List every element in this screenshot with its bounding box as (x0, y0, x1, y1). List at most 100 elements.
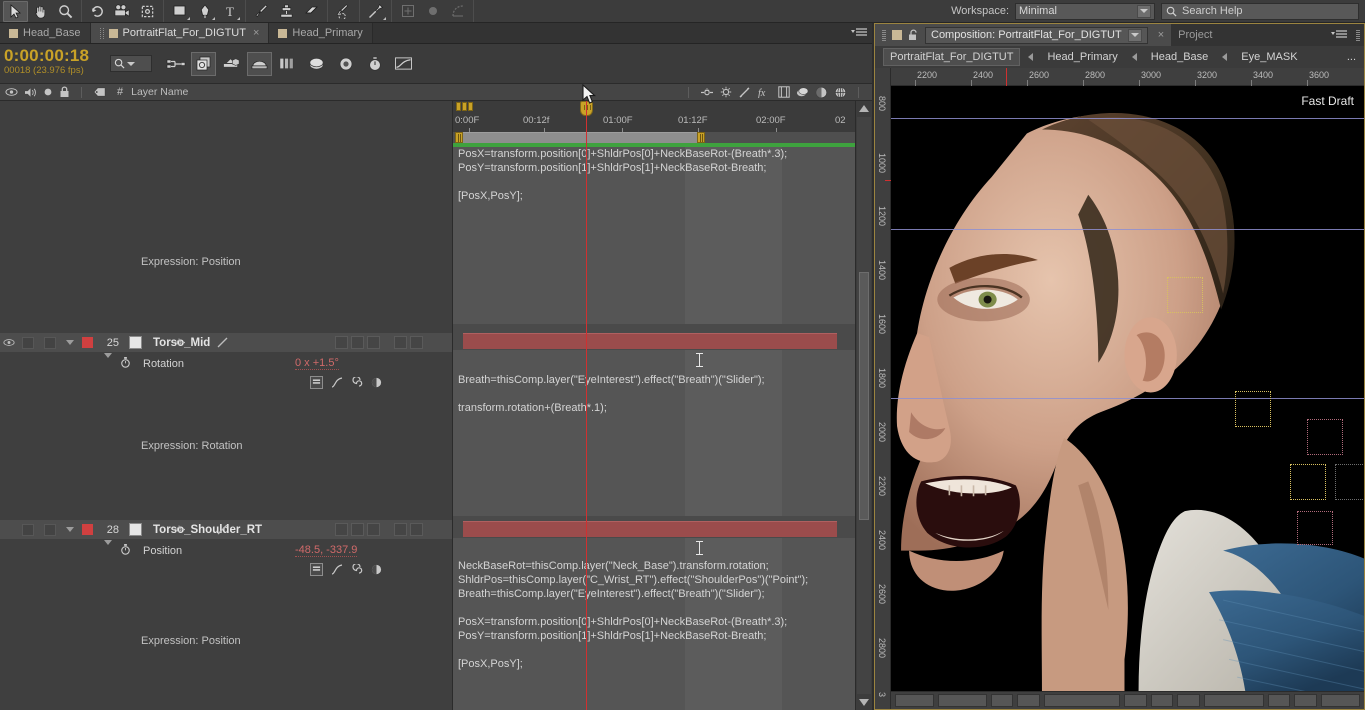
scrollbar-track[interactable] (857, 117, 871, 694)
layer-label-color[interactable] (79, 520, 96, 539)
expression-editor-0[interactable]: Breath=thisComp.layer("EyeInterest").eff… (453, 350, 855, 516)
work-area-start-handle[interactable] (455, 132, 463, 143)
puppet-selection-box-2[interactable] (1235, 391, 1271, 427)
collapse-switch-icon[interactable] (720, 86, 732, 98)
layer-expand-triangle[interactable] (61, 333, 79, 352)
guide-line-3[interactable] (891, 398, 1364, 399)
work-area-bar[interactable] (453, 132, 855, 143)
solo-toggle[interactable] (39, 520, 61, 539)
solo-icon[interactable] (43, 87, 53, 97)
quality-switch-icon[interactable] (216, 336, 229, 349)
expression-text-0[interactable]: Breath=thisComp.layer("EyeInterest").eff… (458, 373, 765, 415)
timeline-tab-head-base[interactable]: Head_Base (0, 23, 91, 43)
stopwatch-icon[interactable] (120, 356, 138, 371)
project-tab[interactable]: Project (1171, 24, 1220, 46)
channel-button[interactable] (1294, 694, 1317, 707)
color-depth-control[interactable] (1320, 694, 1360, 707)
layer-row-torso-shoulder-rt[interactable]: 28 Torso_Shoulder_RT (0, 520, 452, 539)
eye-toggle[interactable] (0, 520, 17, 539)
composition-mini-flowchart-button[interactable] (162, 51, 189, 76)
guide-line-1[interactable] (891, 118, 1364, 119)
expression-language-menu-icon[interactable] (370, 563, 383, 576)
view-selector[interactable] (1043, 694, 1121, 707)
expression-enable-icon[interactable] (310, 375, 323, 389)
switch-box[interactable] (394, 336, 407, 349)
magnification-control[interactable] (895, 694, 935, 707)
puppet-selection-box-4[interactable] (1307, 419, 1343, 455)
search-help-field[interactable]: Search Help (1161, 2, 1359, 20)
chevron-down-icon[interactable] (1137, 4, 1151, 18)
adjustment-switch-icon[interactable] (815, 86, 828, 99)
clone-stamp-tool-icon[interactable] (274, 1, 299, 22)
graph-editor-button[interactable] (390, 51, 417, 76)
transparency-grid-button[interactable] (1017, 694, 1040, 707)
shy-switch-icon[interactable] (172, 525, 186, 534)
switch-box[interactable] (410, 523, 423, 536)
puppet-selection-box-3[interactable] (1290, 464, 1326, 500)
ellipse-icon[interactable] (420, 1, 445, 22)
timeline-tab-head-primary[interactable]: Head_Primary (269, 23, 373, 43)
close-icon[interactable]: × (253, 27, 259, 39)
shy-switch-icon[interactable] (700, 87, 714, 97)
nav-item-eye-mask[interactable]: Eye_MASK (1235, 49, 1303, 65)
auto-keyframe-button[interactable] (332, 51, 359, 76)
timeline-graph-area[interactable]: ShldrPos=thisComp.layer("C_Wrist_LFT").e… (453, 101, 855, 710)
eye-icon[interactable] (5, 87, 18, 97)
quality-switch-icon[interactable] (216, 523, 229, 536)
puppet-selection-box-5[interactable] (1297, 511, 1333, 545)
roto-brush-tool-icon[interactable] (331, 1, 356, 22)
nav-item-more[interactable]: ... (1341, 49, 1364, 65)
scroll-down-button[interactable] (856, 695, 872, 710)
switch-box[interactable] (367, 523, 380, 536)
quality-switch-icon[interactable] (738, 86, 751, 99)
puppet-selection-box-1[interactable] (1167, 277, 1203, 313)
pen-tool-icon[interactable] (192, 1, 217, 22)
expression-language-menu-icon[interactable] (370, 376, 383, 389)
type-tool-icon[interactable]: T (217, 1, 242, 22)
switch-box[interactable] (410, 336, 423, 349)
timecode-display-button[interactable] (1177, 694, 1200, 707)
pixel-aspect-button[interactable] (1150, 694, 1174, 707)
snapshot-button[interactable] (1267, 694, 1291, 707)
layer-row-torso-mid[interactable]: 25 Torso_Mid (0, 333, 452, 352)
label-color-icon[interactable] (93, 86, 107, 98)
draft-3d-button[interactable] (191, 51, 216, 76)
scroll-up-button[interactable] (856, 101, 872, 116)
switch-box[interactable] (351, 336, 364, 349)
panel-grip[interactable] (1352, 24, 1364, 46)
zoom-tool-icon[interactable] (53, 1, 78, 22)
solo-toggle[interactable] (39, 333, 61, 352)
switch-box[interactable] (335, 336, 348, 349)
lock-icon[interactable] (59, 86, 70, 98)
switch-box[interactable] (367, 336, 380, 349)
composition-viewport[interactable]: Fast Draft (891, 86, 1364, 691)
pick-whip-icon[interactable] (350, 376, 363, 389)
timeline-panel-menu-button[interactable] (846, 23, 872, 43)
hand-tool-icon[interactable] (28, 1, 53, 22)
enable-frame-blending-button[interactable] (247, 51, 272, 76)
chevron-down-icon[interactable] (1127, 28, 1142, 42)
shy-switch-icon[interactable] (172, 338, 186, 347)
exposure-control[interactable] (1203, 694, 1264, 707)
stopwatch-icon[interactable] (120, 543, 138, 558)
anchor-point-icon[interactable] (395, 1, 420, 22)
pick-whip-icon[interactable] (350, 563, 363, 576)
layer-expand-triangle[interactable] (61, 520, 79, 539)
audio-toggle[interactable] (17, 520, 39, 539)
expression-editor-1[interactable]: NeckBaseRot=thisComp.layer("Neck_Base").… (453, 538, 855, 710)
switch-box[interactable] (351, 523, 364, 536)
nav-item-head-primary[interactable]: Head_Primary (1041, 49, 1123, 65)
three-d-view-button[interactable] (1124, 694, 1147, 707)
layer-duration-bar-torso-shoulder[interactable] (463, 521, 837, 537)
close-icon[interactable]: × (1158, 29, 1164, 41)
property-expand-triangle[interactable] (104, 539, 120, 557)
audio-toggle[interactable] (17, 333, 39, 352)
graph-editor-icon[interactable] (330, 563, 343, 576)
expression-enable-icon[interactable] (310, 562, 323, 576)
eye-toggle[interactable] (0, 333, 17, 352)
composition-panel-menu-button[interactable] (1326, 24, 1352, 46)
motion-blur-button[interactable] (274, 51, 301, 76)
timeline-search-field[interactable] (110, 55, 152, 72)
current-timecode[interactable]: 0:00:00:18 00018 (23.976 fps) (0, 44, 108, 83)
composition-tab[interactable]: Composition: PortraitFlat_For_DIGTUT × (875, 24, 1172, 46)
